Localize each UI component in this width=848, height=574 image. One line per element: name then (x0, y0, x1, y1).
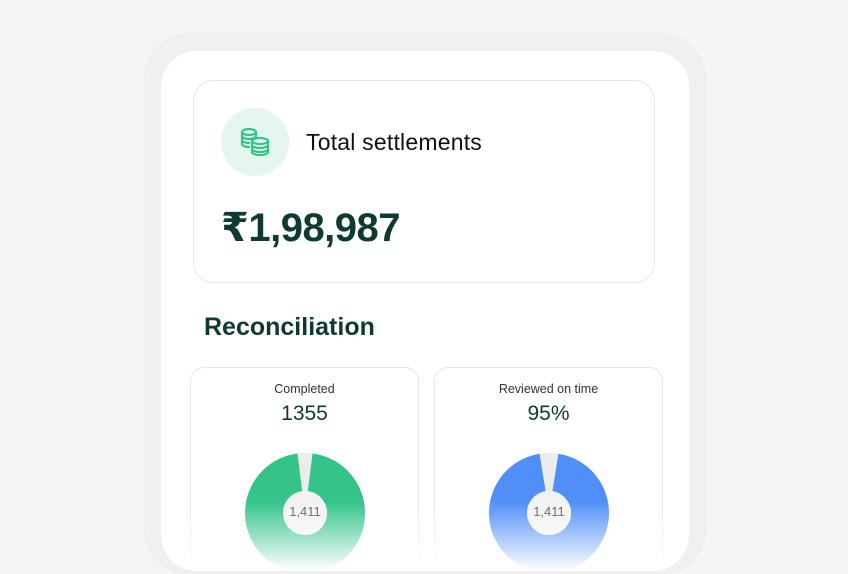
completed-card[interactable]: Completed 1355 1,411 (190, 367, 419, 571)
reviewed-donut: 1,411 (488, 452, 610, 571)
reviewed-on-time-card[interactable]: Reviewed on time 95% 1,411 (434, 367, 663, 571)
reconciliation-heading: Reconciliation (204, 313, 375, 341)
completed-label: Completed (274, 382, 335, 396)
settlements-title: Total settlements (306, 129, 482, 155)
reviewed-value: 95% (527, 402, 570, 425)
coins-icon (221, 108, 289, 176)
completed-value: 1355 (281, 402, 328, 425)
reviewed-donut-label: 1,411 (533, 504, 565, 519)
completed-donut-label: 1,411 (289, 504, 321, 519)
completed-donut: 1,411 (244, 452, 366, 571)
total-settlements-card[interactable]: Total settlements ₹1,98,987 (193, 80, 655, 283)
reviewed-label: Reviewed on time (498, 382, 599, 396)
settlements-amount: ₹1,98,987 (221, 206, 401, 250)
phone-screen: Total settlements ₹1,98,987 Reconciliati… (161, 51, 689, 571)
